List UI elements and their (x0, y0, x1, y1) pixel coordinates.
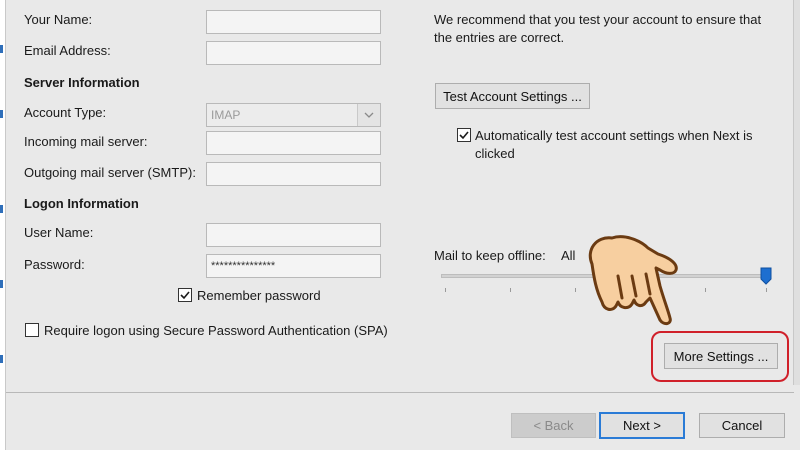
slider-tick (766, 288, 767, 292)
incoming-mail-server-field[interactable] (206, 131, 381, 155)
edge-marker (0, 205, 3, 213)
footer-separator (6, 392, 794, 393)
back-button[interactable]: < Back (511, 413, 596, 438)
auto-test-label: Automatically test account settings when… (475, 128, 753, 161)
mail-offline-value: All (561, 248, 576, 263)
check-icon (180, 291, 190, 300)
edge-marker (0, 355, 3, 363)
account-type-label: Account Type: (24, 105, 107, 120)
slider-thumb-icon[interactable] (760, 267, 772, 285)
outgoing-mail-server-field[interactable] (206, 162, 381, 186)
your-name-field[interactable] (206, 10, 381, 34)
more-settings-button[interactable]: More Settings ... (664, 343, 778, 369)
outgoing-mail-server-label: Outgoing mail server (SMTP): (24, 165, 196, 180)
remember-password-checkbox[interactable] (178, 288, 192, 302)
auto-test-checkbox[interactable] (457, 128, 471, 142)
cancel-button[interactable]: Cancel (699, 413, 785, 438)
spa-checkbox[interactable] (25, 323, 39, 337)
edge-marker (0, 45, 3, 53)
your-name-label: Your Name: (24, 12, 93, 27)
edge-marker (0, 110, 3, 118)
test-account-settings-button[interactable]: Test Account Settings ... (435, 83, 590, 109)
logon-information-header: Logon Information (24, 196, 139, 211)
slider-tick (705, 288, 706, 292)
account-type-value: IMAP (211, 108, 241, 122)
spa-label: Require logon using Secure Password Auth… (44, 323, 388, 338)
email-address-field[interactable] (206, 41, 381, 65)
pointing-hand-icon (588, 235, 678, 326)
mail-offline-label: Mail to keep offline: (434, 248, 546, 263)
test-recommendation-text: We recommend that you test your account … (434, 12, 762, 45)
email-address-label: Email Address: (24, 43, 111, 58)
check-icon (459, 131, 469, 140)
password-label: Password: (24, 257, 85, 272)
slider-tick (575, 288, 576, 292)
slider-tick (445, 288, 446, 292)
right-window-edge (793, 0, 800, 385)
server-information-header: Server Information (24, 75, 140, 90)
incoming-mail-server-label: Incoming mail server: (24, 134, 148, 149)
slider-tick (510, 288, 511, 292)
left-window-edge (0, 0, 6, 450)
user-name-field[interactable] (206, 223, 381, 247)
password-field[interactable]: *************** (206, 254, 381, 278)
next-button[interactable]: Next > (599, 412, 685, 439)
dropdown-chevron-icon[interactable] (357, 104, 380, 126)
user-name-label: User Name: (24, 225, 94, 240)
remember-password-label: Remember password (197, 288, 321, 303)
edge-marker (0, 280, 3, 288)
account-type-select[interactable]: IMAP (206, 103, 381, 127)
